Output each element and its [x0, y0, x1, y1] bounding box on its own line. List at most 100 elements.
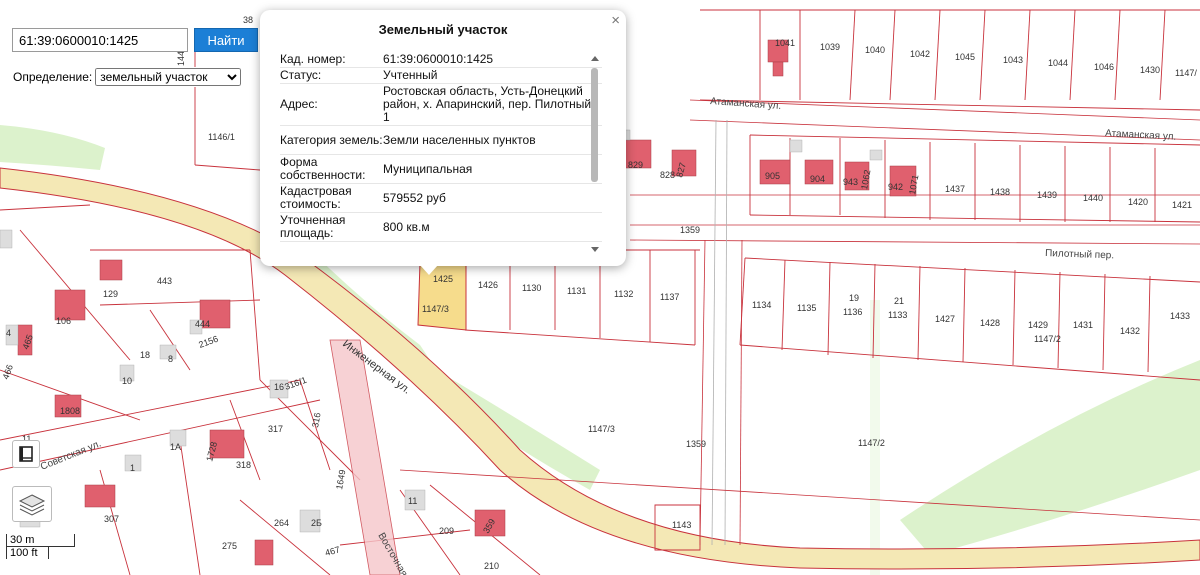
parcel-label: 1420	[1128, 197, 1148, 207]
definition-label: Определение:	[13, 70, 93, 84]
attribute-value: Учтенный	[383, 68, 438, 82]
parcel-label: 106	[56, 316, 71, 326]
parcel-label: 1044	[1048, 58, 1068, 68]
parcel-label: 1426	[478, 280, 498, 290]
scale-imperial: 100 ft	[6, 547, 49, 559]
parcel-label: 1043	[1003, 55, 1023, 65]
attribute-row: Адрес: Ростовская область, Усть-Донецкий …	[280, 84, 602, 126]
parcel-label: 905	[765, 171, 780, 181]
parcel-label: 1042	[910, 49, 930, 59]
parcel-label: 1136	[843, 307, 862, 317]
attribute-key: Кад. номер:	[280, 52, 346, 66]
parcel-label: 21	[894, 296, 904, 306]
attribute-key: Статус:	[280, 68, 322, 82]
attribute-value: Муниципальная	[383, 161, 473, 176]
parcel-label: 307	[104, 514, 119, 524]
attribute-key: Категория земель:	[280, 132, 383, 147]
parcel-label-selected: 1425	[433, 274, 453, 284]
parcel-label: 943	[843, 177, 858, 187]
parcel-label: 2Б	[311, 518, 322, 528]
parcel-label: 38	[243, 15, 253, 25]
parcel-label: 1437	[945, 184, 965, 194]
definition-select[interactable]: земельный участок	[95, 68, 242, 86]
parcel-label: 1432	[1120, 326, 1140, 336]
parcel-label: 1041	[775, 38, 795, 48]
layers-button[interactable]	[12, 486, 52, 522]
parcel-label: 1137	[660, 292, 679, 302]
parcel-label: 10	[122, 376, 132, 386]
attribute-value: Ростовская область, Усть-Донецкий район,…	[383, 84, 595, 124]
parcel-label: 1147/3	[588, 424, 615, 434]
parcel-label: 1133	[888, 310, 907, 320]
scroll-down-icon[interactable]	[591, 247, 599, 252]
popup-scrollbar[interactable]	[590, 56, 600, 252]
parcel-label: 1359	[686, 439, 706, 449]
parcel-label: 1147/2	[858, 438, 885, 448]
attribute-key: Адрес:	[280, 97, 318, 111]
attribute-value: 800 кв.м	[383, 219, 430, 234]
parcel-label: 1429	[1028, 320, 1048, 330]
legend-book-icon	[19, 446, 33, 462]
parcel-label: 942	[888, 182, 903, 192]
parcel-label: 1427	[935, 314, 955, 324]
parcel-label: 1А	[170, 442, 181, 452]
legend-button[interactable]	[12, 440, 40, 468]
parcel-label: 828	[660, 170, 675, 180]
parcel-label: 209	[439, 526, 454, 536]
parcel-label: 144	[176, 51, 186, 66]
scale-metric: 30 m	[6, 534, 75, 547]
attribute-key: Кадастровая стоимость:	[280, 184, 352, 211]
parcel-label: 8	[168, 354, 173, 364]
parcel-label: 1132	[614, 289, 633, 299]
scroll-thumb[interactable]	[591, 68, 598, 182]
parcel-label: 904	[810, 174, 825, 184]
parcel-label: 264	[274, 518, 289, 528]
parcel-label: 443	[157, 276, 172, 286]
popup-title: Земельный участок	[378, 22, 508, 37]
parcel-label: 1143	[672, 520, 691, 530]
parcel-label: 4	[6, 328, 11, 338]
search-bar: Найти	[12, 28, 258, 52]
parcel-label: 1359	[680, 225, 700, 235]
attribute-key: Форма собственности:	[280, 155, 366, 182]
find-button[interactable]: Найти	[194, 28, 258, 52]
attribute-value: Земли населенных пунктов	[383, 132, 536, 147]
parcel-label: 1131	[567, 286, 586, 296]
parcel-label: 275	[222, 541, 237, 551]
parcel-label: 1147/2	[1034, 334, 1061, 344]
parcel-label: 318	[236, 460, 251, 470]
parcel-label: 1045	[955, 52, 975, 62]
parcel-label: 18	[140, 350, 150, 360]
parcel-label: 1430	[1140, 65, 1160, 75]
attribute-row: Форма собственности: Муниципальная	[280, 155, 602, 184]
parcel-label: 1040	[865, 45, 885, 55]
layers-icon	[18, 494, 46, 516]
parcel-label: 1421	[1172, 200, 1192, 210]
attribute-row: Кадастровая стоимость: 579552 руб	[280, 184, 602, 213]
parcel-label: 1130	[522, 283, 541, 293]
parcel-label: 1046	[1094, 62, 1114, 72]
parcel-label: 1433	[1170, 311, 1190, 321]
parcel-label: 1135	[797, 303, 816, 313]
parcel-label: 1428	[980, 318, 1000, 328]
attribute-row: Статус: Учтенный	[280, 68, 602, 84]
definition-selector: Определение: земельный участок	[11, 67, 244, 87]
parcel-label: 1438	[990, 187, 1010, 197]
parcel-label: 1134	[752, 300, 771, 310]
popup-pointer	[420, 265, 438, 275]
parcel-label: 829	[628, 160, 643, 170]
parcel-label: 444	[195, 319, 210, 329]
parcel-label: 19	[849, 293, 859, 303]
attribute-value: 579552 руб	[383, 190, 446, 205]
parcel-label: 210	[484, 561, 499, 571]
attribute-row: Кад. номер: 61:39:0600010:1425	[280, 52, 602, 68]
scroll-up-icon[interactable]	[591, 56, 599, 61]
scale-bar: 30 m 100 ft	[6, 534, 75, 559]
parcel-label: 1147/	[1175, 68, 1197, 78]
parcel-label: 1	[130, 463, 135, 473]
attribute-key: Уточненная площадь:	[280, 213, 346, 240]
cadastral-number-input[interactable]	[12, 28, 188, 52]
parcel-label: 1431	[1073, 320, 1093, 330]
attribute-value: 61:39:0600010:1425	[383, 52, 494, 66]
parcel-label: 1039	[820, 42, 840, 52]
